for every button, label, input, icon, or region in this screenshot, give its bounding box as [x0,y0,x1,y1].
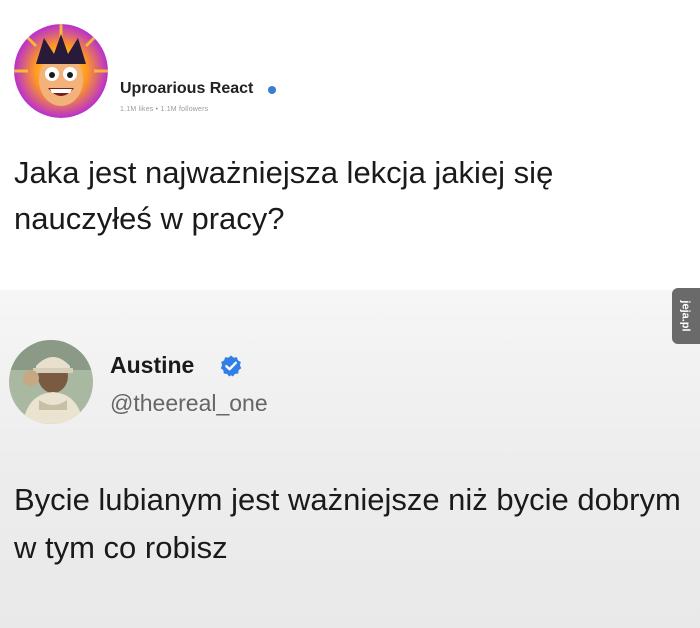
reply-post: Austine @theereal_one Bycie lubianym jes… [0,290,700,628]
top-author-name[interactable]: Uproarious React [120,80,253,98]
verified-badge-icon [219,354,243,378]
top-author-avatar[interactable] [14,24,108,118]
top-post: Uproarious React 1.1M likes • 1.1M follo… [0,0,700,290]
verified-dot-icon [268,86,276,94]
reply-author-avatar[interactable] [9,340,93,424]
reply-author-name[interactable]: Austine [110,352,194,379]
reply-post-text: Bycie lubianym jest ważniejsze niż bycie… [14,482,681,565]
reply-author-handle[interactable]: @theereal_one [110,390,268,417]
watermark-label: jeja.pl [680,300,692,332]
top-author-stats: 1.1M likes • 1.1M followers [120,106,209,113]
site-watermark[interactable]: jeja.pl [672,288,700,344]
top-post-text: Jaka jest najważniejsza lekcja jakiej si… [14,155,554,236]
